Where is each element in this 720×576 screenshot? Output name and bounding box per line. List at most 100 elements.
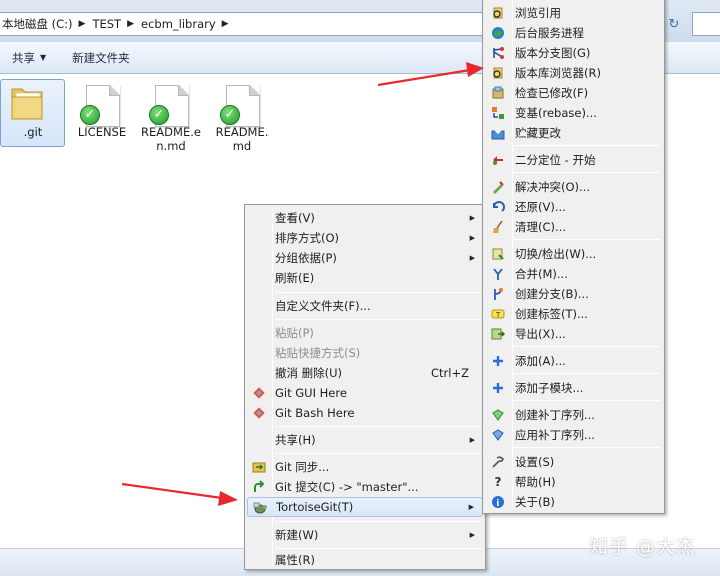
menu-item-export[interactable]: 导出(X)...	[485, 324, 662, 344]
stash-icon	[490, 125, 506, 141]
menu-item-revision-graph[interactable]: 版本分支图(G)	[485, 43, 662, 63]
check-icon: ✓	[80, 105, 100, 125]
menu-item-tortoisegit[interactable]: TortoiseGit(T) ▶	[247, 497, 483, 517]
menu-separator	[513, 346, 660, 347]
menu-item-about[interactable]: i 关于(B)	[485, 492, 662, 512]
menu-item-label: 帮助(H)	[515, 475, 556, 489]
settings-icon	[490, 454, 506, 470]
menu-item-daemon[interactable]: 后台服务进程	[485, 23, 662, 43]
menu-item-paste: 粘贴(P)	[247, 323, 483, 343]
tortoisegit-submenu: 浏览引用 后台服务进程 版本分支图(G) 版本库浏览器(R) 检查已修改(F) …	[482, 0, 665, 514]
tag-icon: T	[490, 306, 506, 322]
menu-item-add[interactable]: 添加(A)...	[485, 351, 662, 371]
menu-item-label: 自定义文件夹(F)...	[275, 299, 371, 313]
menu-item-settings[interactable]: 设置(S)	[485, 452, 662, 472]
menu-separator	[513, 239, 660, 240]
menu-item-label: Git GUI Here	[275, 386, 347, 400]
menu-item-properties[interactable]: 属性(R)	[247, 550, 483, 570]
file-item-git[interactable]: .git	[0, 75, 66, 155]
menu-item-browse-refs[interactable]: 浏览引用	[485, 3, 662, 23]
menu-item-label: 后台服务进程	[515, 26, 584, 40]
new-folder-label: 新建文件夹	[72, 50, 130, 65]
file-item-readme-en[interactable]: ✓ README.e n.md	[135, 75, 207, 155]
tortoisegit-icon	[252, 500, 268, 516]
menu-item-check-modifications[interactable]: 检查已修改(F)	[485, 83, 662, 103]
breadcrumb-drive[interactable]: 本地磁盘 (C:)	[2, 16, 73, 32]
check-modifications-icon	[490, 85, 506, 101]
file-item-license[interactable]: ✓ LICENSE	[66, 75, 138, 155]
menu-item-label: 关于(B)	[515, 495, 555, 509]
menu-separator	[513, 400, 660, 401]
menu-item-view[interactable]: 查看(V) ▶	[247, 208, 483, 228]
submenu-arrow-icon: ▶	[469, 214, 475, 222]
menu-item-merge[interactable]: 合并(M)...	[485, 264, 662, 284]
svg-text:i: i	[496, 499, 499, 509]
git-sync-icon	[251, 459, 267, 475]
menu-item-share[interactable]: 共享(H) ▶	[247, 430, 483, 450]
menu-item-cleanup[interactable]: 清理(C)...	[485, 217, 662, 237]
daemon-icon	[490, 25, 506, 41]
git-gui-icon	[251, 385, 267, 401]
menu-item-create-tag[interactable]: T 创建标签(T)...	[485, 304, 662, 324]
menu-item-apply-patch[interactable]: 应用补丁序列...	[485, 425, 662, 445]
menu-item-git-gui[interactable]: Git GUI Here	[247, 383, 483, 403]
menu-item-revert[interactable]: 还原(V)...	[485, 197, 662, 217]
menu-item-sort[interactable]: 排序方式(O) ▶	[247, 228, 483, 248]
file-name: README. md	[215, 125, 269, 153]
merge-icon	[490, 266, 506, 282]
search-input[interactable]	[692, 12, 720, 36]
new-folder-button[interactable]: 新建文件夹	[72, 50, 130, 66]
chevron-right-icon[interactable]: ▶	[222, 19, 229, 29]
menu-item-create-branch[interactable]: 创建分支(B)...	[485, 284, 662, 304]
menu-item-accelerator: Ctrl+Z	[431, 366, 469, 380]
menu-item-label: 查看(V)	[275, 211, 315, 225]
menu-separator	[275, 548, 481, 549]
menu-item-label: Git Bash Here	[275, 406, 355, 420]
menu-item-group[interactable]: 分组依据(P) ▶	[247, 248, 483, 268]
menu-item-git-sync[interactable]: Git 同步...	[247, 457, 483, 477]
menu-item-label: 版本库浏览器(R)	[515, 66, 601, 80]
menu-separator	[513, 172, 660, 173]
breadcrumb-test[interactable]: TEST	[92, 17, 121, 31]
folder-icon	[11, 88, 43, 120]
menu-item-refresh[interactable]: 刷新(E)	[247, 268, 483, 288]
svg-text:T: T	[495, 311, 501, 319]
breadcrumb[interactable]: 本地磁盘 (C:) ▶ TEST ▶ ecbm_library ▶	[0, 12, 500, 36]
create-patch-icon	[490, 407, 506, 423]
menu-item-label: 添加子模块...	[515, 381, 584, 395]
menu-item-add-submodule[interactable]: 添加子模块...	[485, 378, 662, 398]
menu-item-label: 设置(S)	[515, 455, 555, 469]
menu-item-help[interactable]: ? 帮助(H)	[485, 472, 662, 492]
menu-item-repo-browser[interactable]: 版本库浏览器(R)	[485, 63, 662, 83]
submenu-arrow-icon: ▶	[469, 531, 475, 539]
menu-item-switch[interactable]: 切换/检出(W)...	[485, 244, 662, 264]
menu-item-customize-folder[interactable]: 自定义文件夹(F)...	[247, 296, 483, 316]
menu-item-git-commit[interactable]: Git 提交(C) -> "master"...	[247, 477, 483, 497]
about-icon: i	[490, 494, 506, 510]
menu-item-label: 创建分支(B)...	[515, 287, 589, 301]
menu-item-stash[interactable]: 贮藏更改	[485, 123, 662, 143]
chevron-right-icon[interactable]: ▶	[127, 19, 134, 29]
menu-item-create-patch[interactable]: 创建补丁序列...	[485, 405, 662, 425]
revert-icon	[490, 199, 506, 215]
share-button[interactable]: 共享 ▼	[12, 50, 46, 66]
menu-item-undo-delete[interactable]: 撤消 删除(U) Ctrl+Z	[247, 363, 483, 383]
file-item-readme[interactable]: ✓ README. md	[206, 75, 278, 155]
menu-item-bisect[interactable]: 二分定位 - 开始	[485, 150, 662, 170]
caret-down-icon: ▼	[40, 53, 47, 62]
menu-item-label: 创建标签(T)...	[515, 307, 588, 321]
breadcrumb-ecbm-library[interactable]: ecbm_library	[141, 17, 216, 31]
menu-item-rebase[interactable]: 变基(rebase)...	[485, 103, 662, 123]
chevron-right-icon[interactable]: ▶	[79, 19, 86, 29]
resolve-icon	[490, 179, 506, 195]
menu-item-label: 解决冲突(O)...	[515, 180, 590, 194]
browse-refs-icon	[490, 5, 506, 21]
submodule-add-icon	[490, 380, 506, 396]
refresh-icon[interactable]: ↻	[664, 14, 684, 34]
rebase-icon	[490, 105, 506, 121]
menu-item-git-bash[interactable]: Git Bash Here	[247, 403, 483, 423]
menu-item-label: 清理(C)...	[515, 220, 566, 234]
menu-item-new[interactable]: 新建(W) ▶	[247, 525, 483, 545]
menu-item-resolve[interactable]: 解决冲突(O)...	[485, 177, 662, 197]
switch-icon	[490, 246, 506, 262]
